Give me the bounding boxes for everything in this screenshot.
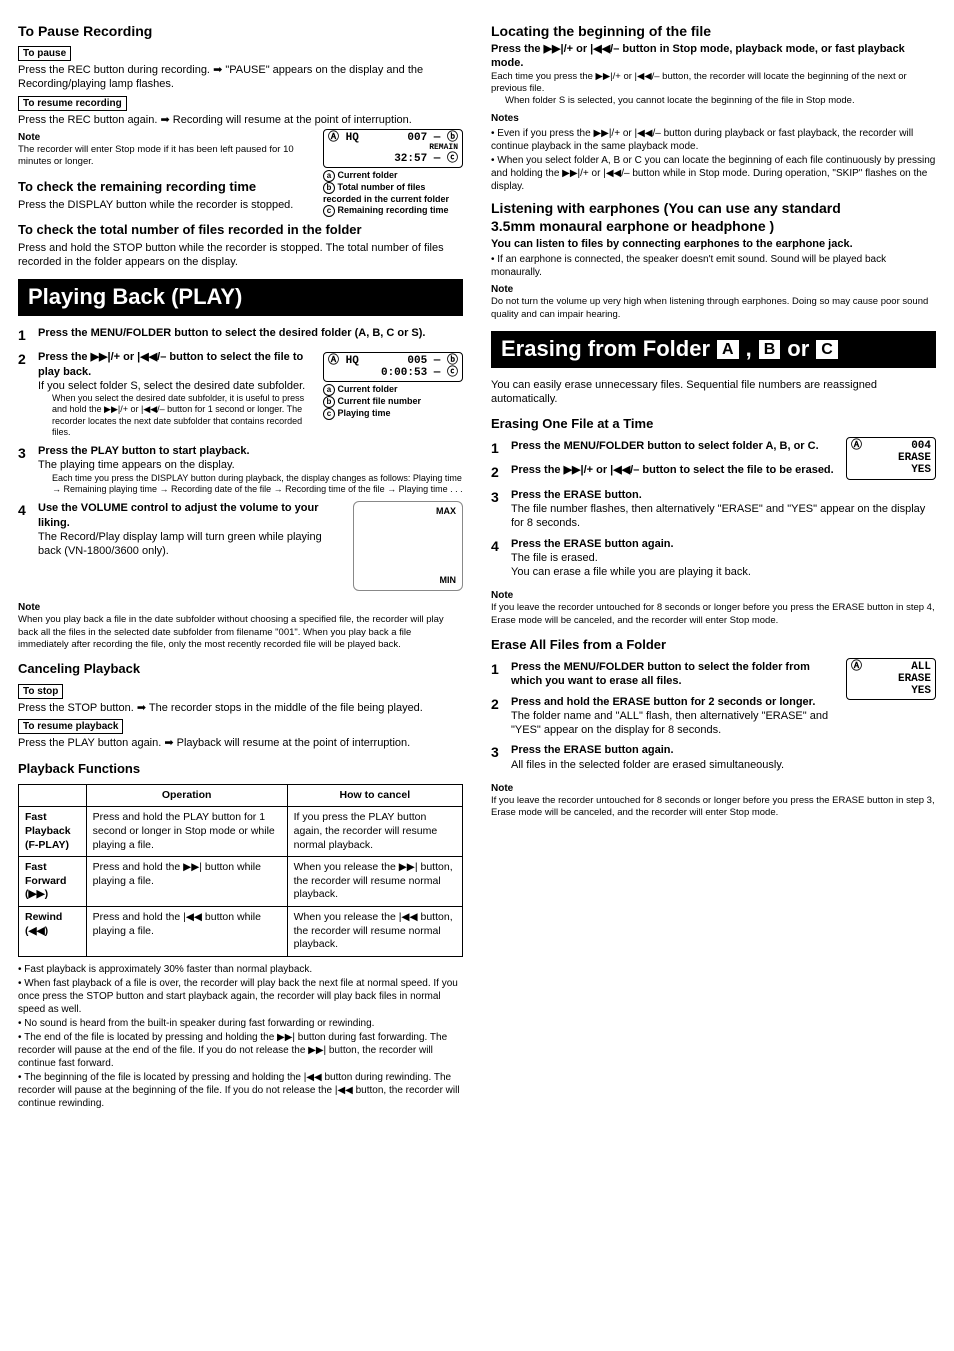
e1-step3: Press the ERASE button. [511, 488, 936, 502]
playback-functions-heading: Playback Functions [18, 761, 463, 778]
e2-step1: Press the MENU/FOLDER button to select t… [511, 660, 840, 689]
arrow-icon [213, 64, 222, 76]
erase-intro: You can easily erase unnecessary files. … [491, 378, 936, 407]
th-operation: Operation [86, 784, 287, 807]
earphones-heading2: 3.5mm monaural earphone or headphone ) [491, 217, 936, 235]
list-item: The beginning of the file is located by … [18, 1071, 463, 1110]
earphone-bullet: If an earphone is connected, the speaker… [491, 253, 936, 279]
folder-c-icon: C [815, 339, 839, 360]
check-total-heading: To check the total number of files recor… [18, 222, 463, 239]
locating-notes-heading: Notes [491, 112, 936, 125]
volume-figure: MAX MIN [353, 501, 463, 591]
play-step3: Press the PLAY button to start playback. [38, 444, 463, 458]
list-item: Even if you press the ▶▶|/+ or |◀◀/– but… [491, 127, 936, 153]
e2-step2-text: The folder name and "ALL" flash, then al… [511, 709, 840, 738]
canceling-playback-heading: Canceling Playback [18, 661, 463, 678]
e2-note: If you leave the recorder untouched for … [491, 795, 936, 820]
pause-text: Press the REC button during recording. "… [18, 63, 463, 92]
resume-rec-text: Press the REC button again. Recording wi… [18, 113, 463, 127]
erase-one-heading: Erasing One File at a Time [491, 416, 936, 433]
lcd-illustration: Ⓐ HQ005 — ⓑ 0:00:53 — ⓒ [323, 352, 463, 382]
table-row: Rewind (◀◀) Press and hold the |◀◀ butto… [19, 907, 463, 957]
pause-heading: To Pause Recording [18, 22, 463, 40]
locating-text1: Each time you press the ▶▶|/+ or |◀◀/– b… [491, 71, 936, 96]
playback-bullets: Fast playback is approximately 30% faste… [18, 963, 463, 1110]
to-resume-rec-label: To resume recording [18, 96, 127, 111]
table-row: Fast Forward(▶▶) Press and hold the ▶▶| … [19, 857, 463, 907]
e1-note-heading: Note [491, 589, 936, 602]
list-item: When you select folder A, B or C you can… [491, 154, 936, 193]
e1-step4: Press the ERASE button again. [511, 537, 936, 551]
play-step3-sub2: Each time you press the DISPLAY button d… [52, 473, 463, 496]
right-column: Locating the beginning of the file Press… [491, 16, 936, 1112]
e2-note-heading: Note [491, 782, 936, 795]
th-cancel: How to cancel [287, 784, 462, 807]
to-stop-text: Press the STOP button. The recorder stop… [18, 701, 463, 715]
e1-step4-text1: The file is erased. [511, 551, 936, 565]
locating-bold: Press the ▶▶|/+ or |◀◀/– button in Stop … [491, 42, 936, 71]
e2-step3-text: All files in the selected folder are era… [511, 758, 936, 772]
play-note-text: When you play back a file in the date su… [18, 614, 463, 651]
play-step1: Press the MENU/FOLDER button to select t… [38, 326, 463, 340]
earphones-note: Do not turn the volume up very high when… [491, 296, 936, 321]
erasing-title: Erasing from Folder A , B or C [491, 331, 936, 368]
e1-step4-text2: You can erase a file while you are playi… [511, 565, 936, 579]
check-total-text: Press and hold the STOP button while the… [18, 241, 463, 270]
earphones-note-heading: Note [491, 283, 936, 296]
e1-note: If you leave the recorder untouched for … [491, 602, 936, 627]
playback-functions-table: Operation How to cancel Fast Playback(F-… [18, 784, 463, 957]
e2-step3: Press the ERASE button again. [511, 743, 936, 757]
lcd-illustration: Ⓐ004 ERASE YES [846, 437, 936, 479]
earphones-heading1: Listening with earphones (You can use an… [491, 199, 936, 217]
folder-a-icon: A [716, 339, 740, 360]
arrow-icon [160, 114, 169, 126]
e1-step1: Press the MENU/FOLDER button to select f… [511, 439, 840, 453]
earphones-bold: You can listen to files by connecting ea… [491, 237, 936, 251]
erase-all-heading: Erase All Files from a Folder [491, 637, 936, 654]
list-item: Fast playback is approximately 30% faste… [18, 963, 463, 976]
to-resume-play-text: Press the PLAY button again. Playback wi… [18, 736, 463, 750]
locating-heading: Locating the beginning of the file [491, 22, 936, 40]
list-item: No sound is heard from the built-in spea… [18, 1017, 463, 1030]
arrow-icon [137, 702, 146, 714]
e1-step3-text: The file number flashes, then alternativ… [511, 502, 936, 531]
display-figure-1: Ⓐ HQ007 — ⓑ REMAIN 32:57 — ⓒ a Current f… [323, 127, 463, 217]
list-item: If an earphone is connected, the speaker… [491, 253, 936, 279]
locating-notes: Even if you press the ▶▶|/+ or |◀◀/– but… [491, 127, 936, 193]
erase-all-figure: ⒶALL ERASE YES [846, 656, 936, 702]
left-column: To Pause Recording To pause Press the RE… [18, 16, 463, 1112]
play-step3-sub1: The playing time appears on the display. [38, 458, 463, 472]
folder-b-icon: B [758, 339, 782, 360]
list-item: When fast playback of a file is over, th… [18, 977, 463, 1016]
to-pause-label: To pause [18, 46, 71, 61]
playing-back-title: Playing Back (PLAY) [18, 279, 463, 316]
arrow-icon [164, 737, 173, 749]
page-columns: To Pause Recording To pause Press the RE… [18, 16, 936, 1112]
table-row: Fast Playback(F-PLAY) Press and hold the… [19, 807, 463, 857]
to-resume-play-label: To resume playback [18, 719, 123, 734]
lcd-illustration: Ⓐ HQ007 — ⓑ REMAIN 32:57 — ⓒ [323, 129, 463, 168]
locating-text2: When folder S is selected, you cannot lo… [505, 95, 936, 107]
e2-step2: Press and hold the ERASE button for 2 se… [511, 695, 840, 709]
play-note-heading: Note [18, 601, 463, 614]
e1-step2: Press the ▶▶|/+ or |◀◀/– button to selec… [511, 463, 840, 477]
lcd-illustration: ⒶALL ERASE YES [846, 658, 936, 700]
to-stop-label: To stop [18, 684, 63, 699]
erase-one-figure: Ⓐ004 ERASE YES [846, 435, 936, 481]
display-figure-2: Ⓐ HQ005 — ⓑ 0:00:53 — ⓒ a Current folder… [323, 350, 463, 420]
th-blank [19, 784, 87, 807]
playback-steps: 1 Press the MENU/FOLDER button to select… [18, 326, 463, 595]
list-item: The end of the file is located by pressi… [18, 1031, 463, 1070]
